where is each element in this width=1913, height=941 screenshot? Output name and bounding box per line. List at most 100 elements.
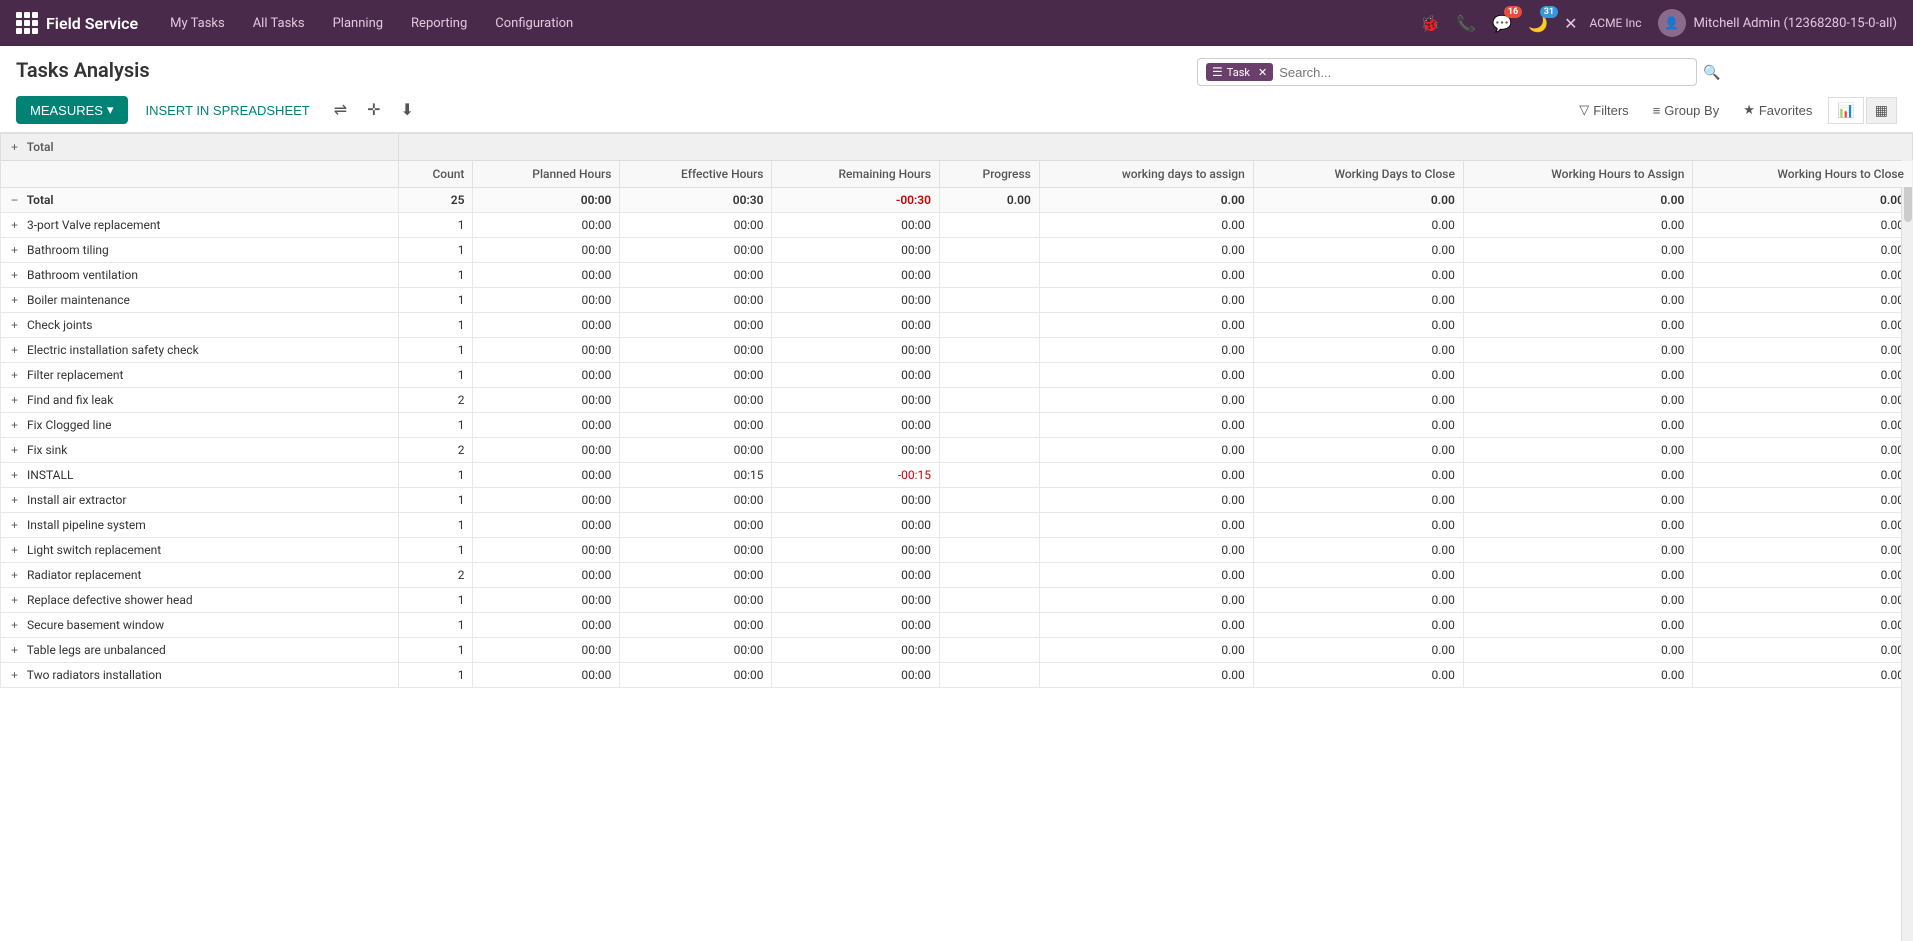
row-wdays-close-5: 0.00 bbox=[1253, 338, 1463, 363]
row-whours-close-6: 0.00 bbox=[1693, 363, 1913, 388]
search-input[interactable] bbox=[1279, 65, 1688, 80]
nav-reporting[interactable]: Reporting bbox=[399, 12, 479, 35]
row-expand-7[interactable]: + bbox=[9, 393, 20, 407]
row-whours-close-16: 0.00 bbox=[1693, 613, 1913, 638]
chart-view-button[interactable]: 📊 bbox=[1828, 97, 1863, 124]
row-expand-1[interactable]: + bbox=[9, 243, 20, 257]
row-expand-6[interactable]: + bbox=[9, 368, 20, 382]
row-remaining-0: 00:00 bbox=[772, 213, 940, 238]
col-header-planned[interactable]: Planned Hours bbox=[473, 161, 620, 188]
row-progress-0 bbox=[940, 213, 1040, 238]
row-remaining-9: 00:00 bbox=[772, 438, 940, 463]
col-header-effective[interactable]: Effective Hours bbox=[620, 161, 772, 188]
total-count: 25 bbox=[398, 188, 473, 213]
row-effective-18: 00:00 bbox=[620, 663, 772, 688]
row-expand-14[interactable]: + bbox=[9, 568, 20, 582]
row-expand-13[interactable]: + bbox=[9, 543, 20, 557]
nav-my-tasks[interactable]: My Tasks bbox=[158, 12, 237, 35]
row-expand-18[interactable]: + bbox=[9, 668, 20, 682]
row-expand-4[interactable]: + bbox=[9, 318, 20, 332]
search-tag-close[interactable]: ✕ bbox=[1258, 66, 1267, 79]
app-logo[interactable]: Field Service bbox=[8, 12, 146, 34]
nav-all-tasks[interactable]: All Tasks bbox=[241, 12, 317, 35]
group-icon: ≡ bbox=[1653, 103, 1661, 118]
row-effective-17: 00:00 bbox=[620, 638, 772, 663]
row-effective-5: 00:00 bbox=[620, 338, 772, 363]
pivot-table: + Total Count Planned Hours Effective Ho… bbox=[0, 133, 1913, 688]
add-icon[interactable]: ✛ bbox=[361, 96, 386, 124]
row-wdays-assign-12: 0.00 bbox=[1039, 513, 1253, 538]
close-icon[interactable]: ✕ bbox=[1560, 10, 1581, 37]
search-button[interactable]: 🔍 bbox=[1703, 64, 1720, 81]
col-header-progress[interactable]: Progress bbox=[940, 161, 1040, 188]
row-wdays-assign-17: 0.00 bbox=[1039, 638, 1253, 663]
row-remaining-12: 00:00 bbox=[772, 513, 940, 538]
row-expand-10[interactable]: + bbox=[9, 468, 20, 482]
moon-icon[interactable]: 🌙 31 bbox=[1524, 10, 1552, 37]
favorites-button[interactable]: ★ Favorites bbox=[1735, 98, 1820, 122]
total-row-expand[interactable]: − bbox=[9, 193, 20, 207]
row-expand-2[interactable]: + bbox=[9, 268, 20, 282]
total-whours-close: 0.00 bbox=[1693, 188, 1913, 213]
row-whours-close-14: 0.00 bbox=[1693, 563, 1913, 588]
row-progress-6 bbox=[940, 363, 1040, 388]
adjust-icon[interactable]: ⇌ bbox=[328, 96, 353, 124]
col-header-wdays-close[interactable]: Working Days to Close bbox=[1253, 161, 1463, 188]
row-expand-11[interactable]: + bbox=[9, 493, 20, 507]
phone-icon[interactable]: 📞 bbox=[1452, 10, 1480, 37]
company-name[interactable]: ACME Inc bbox=[1590, 16, 1642, 30]
filters-button[interactable]: ▽ Filters bbox=[1571, 98, 1636, 122]
row-whours-assign-12: 0.00 bbox=[1463, 513, 1693, 538]
row-expand-9[interactable]: + bbox=[9, 443, 20, 457]
total-whours-assign: 0.00 bbox=[1463, 188, 1693, 213]
table-view-button[interactable]: ▦ bbox=[1866, 97, 1897, 124]
user-menu[interactable]: 👤 Mitchell Admin (12368280-15-0-all) bbox=[1650, 9, 1905, 37]
row-expand-8[interactable]: + bbox=[9, 418, 20, 432]
total-label: Total bbox=[27, 193, 54, 207]
table-row: + Boiler maintenance 1 00:00 00:00 00:00… bbox=[1, 288, 1913, 313]
bug-icon[interactable]: 🐞 bbox=[1416, 10, 1444, 37]
row-whours-assign-9: 0.00 bbox=[1463, 438, 1693, 463]
row-expand-16[interactable]: + bbox=[9, 618, 20, 632]
col-header-whours-close[interactable]: Working Hours to Close bbox=[1693, 161, 1913, 188]
col-header-remaining[interactable]: Remaining Hours bbox=[772, 161, 940, 188]
table-row: + Bathroom tiling 1 00:00 00:00 00:00 0.… bbox=[1, 238, 1913, 263]
nav-planning[interactable]: Planning bbox=[321, 12, 395, 35]
row-planned-18: 00:00 bbox=[473, 663, 620, 688]
row-expand-15[interactable]: + bbox=[9, 593, 20, 607]
row-whours-close-0: 0.00 bbox=[1693, 213, 1913, 238]
row-wdays-assign-15: 0.00 bbox=[1039, 588, 1253, 613]
insert-spreadsheet-button[interactable]: INSERT IN SPREADSHEET bbox=[136, 97, 320, 124]
download-icon[interactable]: ⬇ bbox=[395, 96, 420, 124]
measures-button[interactable]: MEASURES ▾ bbox=[16, 96, 128, 124]
scrollbar-track[interactable] bbox=[1901, 160, 1913, 941]
row-wdays-close-7: 0.00 bbox=[1253, 388, 1463, 413]
col-header-name bbox=[1, 161, 399, 188]
row-expand-0[interactable]: + bbox=[9, 218, 20, 232]
total-expand-btn[interactable]: + bbox=[9, 140, 20, 154]
filters-label: Filters bbox=[1593, 103, 1628, 118]
row-expand-12[interactable]: + bbox=[9, 518, 20, 532]
row-wdays-assign-4: 0.00 bbox=[1039, 313, 1253, 338]
row-count-9: 2 bbox=[398, 438, 473, 463]
row-remaining-2: 00:00 bbox=[772, 263, 940, 288]
row-planned-14: 00:00 bbox=[473, 563, 620, 588]
row-effective-14: 00:00 bbox=[620, 563, 772, 588]
col-header-count[interactable]: Count bbox=[398, 161, 473, 188]
row-expand-17[interactable]: + bbox=[9, 643, 20, 657]
row-remaining-7: 00:00 bbox=[772, 388, 940, 413]
total-row: − Total 25 00:00 00:30 -00:30 0.00 0.00 … bbox=[1, 188, 1913, 213]
row-remaining-4: 00:00 bbox=[772, 313, 940, 338]
nav-configuration[interactable]: Configuration bbox=[483, 12, 585, 35]
row-label-12: Install pipeline system bbox=[27, 518, 146, 532]
col-header-whours-assign[interactable]: Working Hours to Assign bbox=[1463, 161, 1693, 188]
table-row: + INSTALL 1 00:00 00:15 -00:15 0.00 0.00… bbox=[1, 463, 1913, 488]
group-by-button[interactable]: ≡ Group By bbox=[1645, 99, 1728, 122]
chat-icon[interactable]: 💬 16 bbox=[1488, 10, 1516, 37]
row-label-0: 3-port Valve replacement bbox=[27, 218, 160, 232]
row-expand-3[interactable]: + bbox=[9, 293, 20, 307]
search-tag-task[interactable]: ☰ Task ✕ bbox=[1206, 63, 1273, 81]
row-wdays-close-13: 0.00 bbox=[1253, 538, 1463, 563]
col-header-wdays-assign[interactable]: working days to assign bbox=[1039, 161, 1253, 188]
row-expand-5[interactable]: + bbox=[9, 343, 20, 357]
